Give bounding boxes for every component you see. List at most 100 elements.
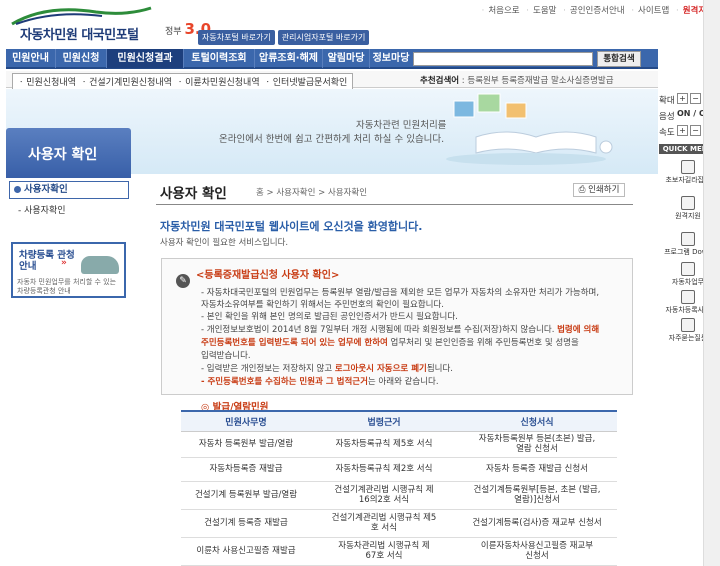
logo-title: 자동차민원 대국민포털 <box>20 28 139 43</box>
table-cell: 자동차등록증 재발급 <box>181 457 311 482</box>
table-header-row: 민원사무명 법령근거 신청서식 <box>181 411 617 432</box>
bullet-icon <box>14 186 21 193</box>
gnb-item-result[interactable]: 민원신청결과 <box>107 49 184 68</box>
reco-item[interactable]: 등록증재발급 <box>501 76 548 86</box>
notice-line: - 주민등록번호를 수집하는 민원과 그 법적근거는 아래와 같습니다. <box>201 375 439 387</box>
top-header: 자동차민원 대국민포털 정부 3.0 자동차포털 바로가기 관리시업자포털 바로가… <box>0 0 720 48</box>
subnav-item-apply-history[interactable]: 민원신청내역 <box>26 78 76 88</box>
notice-emphasis: 로그아웃시 자동으로 폐기 <box>334 364 427 374</box>
sub-nav: ㆍ민원신청내역 ㆍ건설기계민원신청내역 ㆍ이륜차민원신청내역 ㆍ인터넷발급문서확… <box>12 73 354 90</box>
printer-icon: ⎙ <box>578 185 586 195</box>
vertical-scrollbar[interactable] <box>703 0 720 566</box>
notice-line: - 본인 확인을 위해 본인 명의로 발급된 공인인증서가 반드시 필요합니다. <box>201 312 458 322</box>
utility-links: · 처음으로 · 도움말 · 공인인증서안내 · 사이트맵 · 원격지원 <box>478 4 714 16</box>
bullet-icon: · <box>676 6 679 16</box>
notice-emphasis: 주민등록번호를 입력받도록 되어 있는 업무에 한하여 <box>201 338 388 348</box>
util-home[interactable]: 처음으로 <box>488 6 519 16</box>
table-cell: 건설기계 등록원부 발급/열람 <box>181 481 311 510</box>
car-icon <box>81 256 119 274</box>
welcome-message: 자동차민원 대국민포털 웹사이트에 오신것을 환영합니다. <box>160 220 423 233</box>
legal-basis-table: 민원사무명 법령근거 신청서식 자동차 등록원부 발급/열람 자동차등록규칙 제… <box>181 410 617 566</box>
print-label: 인쇄하기 <box>588 185 620 195</box>
notice-line: - 개인정보보호법이 2014년 8월 7일부터 개정 시행됨에 따라 회원정보… <box>201 323 599 335</box>
double-arrow-icon: » <box>61 258 67 268</box>
reco-item[interactable]: 등록원부 <box>467 76 498 86</box>
bullet-icon: ㆍ <box>263 78 272 88</box>
promo-registration-office[interactable]: 차량등록 관청 안내 » 자동차 민원업무를 처리할 수 있는 차량등록관청 안… <box>11 242 126 298</box>
zoom-out-button[interactable]: − <box>690 93 701 104</box>
promo-desc: 자동차 민원업무를 처리할 수 있는 차량등록관청 안내 <box>17 278 116 295</box>
reco-item[interactable]: 말소사실증명발급 <box>551 76 614 86</box>
car-icon <box>681 262 695 276</box>
sound-label: 음성 <box>659 112 675 122</box>
banner-line-2: 온라인에서 한번에 쉽고 간편하게 처리 하실 수 있습니다. <box>219 134 445 145</box>
gnb-item-info[interactable]: 정보마당 <box>370 49 412 68</box>
subnav-item-construction[interactable]: 건설기계민원신청내역 <box>89 78 172 88</box>
gnb-item-notice[interactable]: 알림마당 <box>323 49 370 68</box>
search-input[interactable] <box>413 52 593 66</box>
gnb-item-history[interactable]: 토털이력조회 <box>184 49 255 68</box>
portal-link-car[interactable]: 자동차포털 바로가기 <box>198 30 275 45</box>
speed-up-button[interactable]: + <box>677 125 688 136</box>
zoom-label: 확대 <box>659 96 675 106</box>
table-cell: 자동차관리법 시행규칙 제67호 서식 <box>311 537 457 566</box>
table-cell: 건설기계 등록증 재발급 <box>181 509 311 538</box>
gnb-item-seizure[interactable]: 압류조회·해제 <box>255 49 323 68</box>
table-cell: 건설기계등록원부[등본, 초본 (발급,열람)]신청서 <box>457 481 617 510</box>
speed-down-button[interactable]: − <box>690 125 701 136</box>
promo-title: 차량등록 관청 안내 <box>19 250 75 272</box>
table-header: 법령근거 <box>311 411 457 432</box>
table-cell: 자동차 등록원부 발급/열람 <box>181 431 311 458</box>
notice-text: 는 아래와 같습니다. <box>367 377 439 387</box>
notice-line: 주민등록번호를 입력받도록 되어 있는 업무에 한하여 업무처리 및 본인인증을… <box>201 336 579 348</box>
table-cell: 자동차 등록증 재발급 신청서 <box>457 457 617 482</box>
page-title: 사용자 확인 <box>160 186 227 202</box>
side-item-user-confirm[interactable]: 사용자확인 <box>9 181 129 199</box>
table-cell: 건설기계관리법 시행규칙 제16의2호 서식 <box>311 481 457 510</box>
notice-text: 업무처리 및 본인인증을 위해 주민등록번호 및 성명을 <box>390 338 579 348</box>
notice-line: - 입력받은 개인정보는 저장하지 않고 로그아웃시 자동으로 폐기됩니다. <box>201 362 453 374</box>
side-subitem-user-confirm[interactable]: - 사용자확인 <box>18 203 66 216</box>
zoom-in-button[interactable]: + <box>677 93 688 104</box>
bullet-icon: ㆍ <box>17 78 26 88</box>
table-cell: 건설기계등록(검사)증 재교부 신청서 <box>457 509 617 538</box>
bullet-icon: · <box>526 6 529 16</box>
download-icon <box>681 232 695 246</box>
table-cell: 자동차등록규칙 제5호 서식 <box>311 431 457 458</box>
guide-icon <box>681 160 695 174</box>
util-cert-guide[interactable]: 공인인증서안내 <box>570 6 625 16</box>
table-cell: 자동차등록규칙 제2호 서식 <box>311 457 457 482</box>
subnav-item-doc-check[interactable]: 인터넷발급문서확인 <box>273 78 348 88</box>
notice-text: - 개인정보보호법이 2014년 8월 7일부터 개정 시행됨에 따라 회원정보… <box>201 325 555 335</box>
gnb-item-guide[interactable]: 민원안내 <box>6 49 56 68</box>
table-row: 건설기계 등록증 재발급 건설기계관리법 시행규칙 제5호 서식 건설기계등록(… <box>181 509 617 538</box>
bullet-icon: ㆍ <box>175 78 185 88</box>
table-header: 민원사무명 <box>181 411 311 432</box>
portal-link-business[interactable]: 관리시업자포털 바로가기 <box>277 30 370 45</box>
breadcrumb: 홈 > 사용자확인 > 사용자확인 <box>256 188 368 198</box>
question-icon <box>681 318 695 332</box>
notice-line: 자동차소유여부를 확인하기 위해서는 주민번호의 확인이 필요합니다. <box>201 300 444 310</box>
bullet-icon: · <box>481 6 485 16</box>
table-row: 건설기계 등록원부 발급/열람 건설기계관리법 시행규칙 제16의2호 서식 건… <box>181 481 617 510</box>
banner-line-1: 자동차관련 민원처리를 <box>356 120 447 131</box>
bullet-icon: ㆍ <box>79 78 89 88</box>
gnb-item-apply[interactable]: 민원신청 <box>56 49 107 68</box>
notice-emphasis: 법령에 의해 <box>557 325 600 335</box>
table-cell: 이륜차 사용신고필증 재발급 <box>181 537 311 566</box>
table-cell: 이륜자동차사용신고필증 재교부신청서 <box>457 537 617 566</box>
reco-label: 추천검색어 <box>420 76 460 86</box>
subnav-item-motorcycle[interactable]: 이륜차민원신청내역 <box>185 78 260 88</box>
util-help[interactable]: 도움말 <box>533 6 556 16</box>
side-subitem-label: 사용자확인 <box>24 206 66 216</box>
notice-text: - 입력받은 개인정보는 저장하지 않고 <box>201 364 333 374</box>
search-button[interactable]: 통합검색 <box>597 51 641 67</box>
table-row: 자동차 등록원부 발급/열람 자동차등록규칙 제5호 서식 자동차등록원부 등본… <box>181 431 617 458</box>
table-cell: 건설기계관리법 시행규칙 제5호 서식 <box>311 509 457 538</box>
util-sitemap[interactable]: 사이트맵 <box>638 6 669 16</box>
gov30-prefix: 정부 <box>165 27 182 37</box>
portal-links: 자동차포털 바로가기 관리시업자포털 바로가기 <box>198 30 372 45</box>
notice-title: <등록증재발급신청 사용자 확인> <box>196 270 340 281</box>
quick-item-label: 자주묻는질문 <box>668 334 708 342</box>
print-button[interactable]: ⎙ 인쇄하기 <box>573 183 625 197</box>
